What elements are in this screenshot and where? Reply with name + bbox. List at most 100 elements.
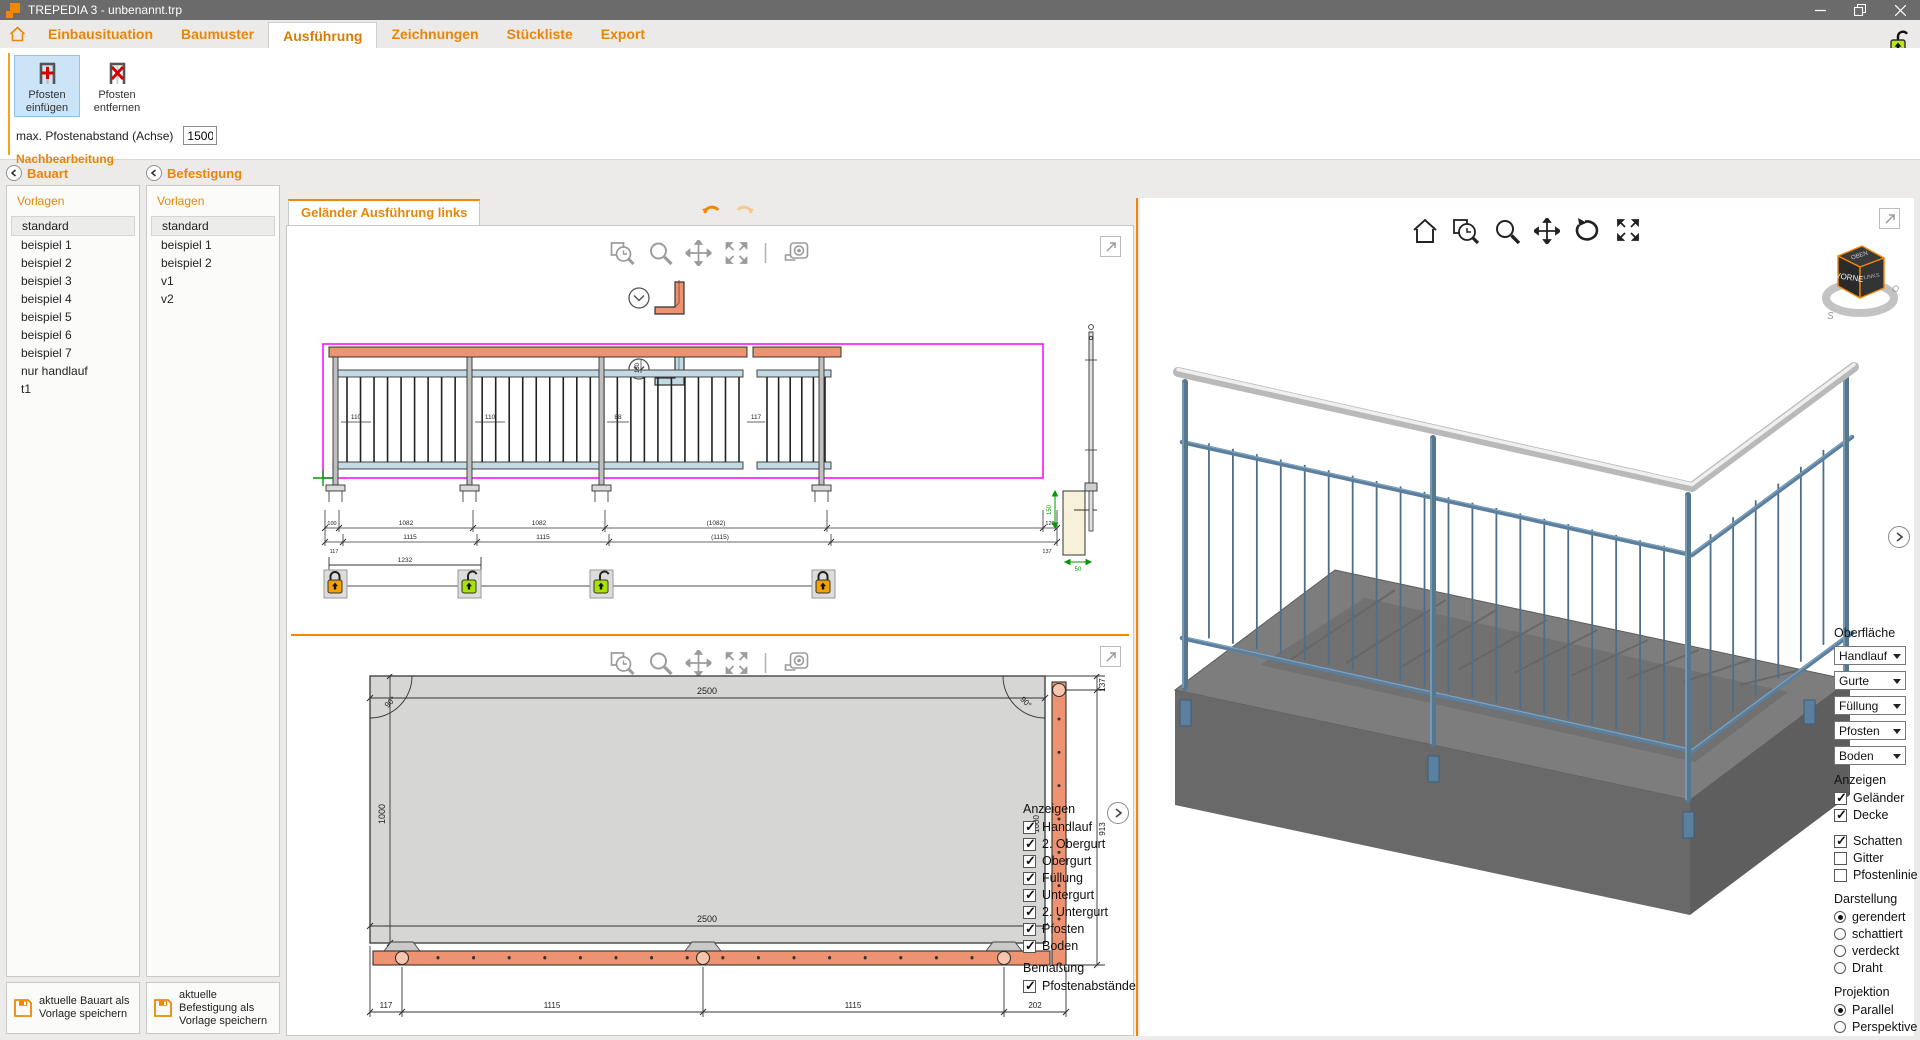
- measure-icon[interactable]: [783, 241, 811, 265]
- zoom-icon[interactable]: [649, 651, 673, 675]
- tab-gelaender-ausfuehrung-links[interactable]: Geländer Ausführung links: [288, 199, 480, 225]
- checkbox-pfostenabstaende[interactable]: Pfostenabstände: [1023, 979, 1133, 993]
- checkbox[interactable]: [1023, 940, 1036, 953]
- radio-schattiert[interactable]: schattiert: [1834, 927, 1912, 941]
- home-icon[interactable]: [0, 20, 34, 48]
- checkbox-pfosten[interactable]: Pfosten: [1023, 922, 1133, 936]
- list-item[interactable]: beispiel 4: [11, 290, 135, 308]
- bauart-collapse-button[interactable]: [6, 165, 22, 181]
- checkbox[interactable]: [1834, 809, 1847, 822]
- radio[interactable]: [1834, 928, 1846, 940]
- checkbox-gelaender[interactable]: Geländer: [1834, 791, 1912, 805]
- view-3d-panel[interactable]: S O VORNE OBEN LINKS: [1140, 198, 1914, 1036]
- zoom-fit-icon[interactable]: [725, 651, 749, 675]
- pan-icon[interactable]: [686, 240, 712, 266]
- lock-button-2[interactable]: [458, 570, 481, 598]
- checkbox[interactable]: [1023, 923, 1036, 936]
- zoom-icon[interactable]: [649, 241, 673, 265]
- zoom-fit-icon[interactable]: [725, 241, 749, 265]
- select-fuellung[interactable]: Füllung: [1834, 696, 1906, 715]
- checkbox[interactable]: [1834, 869, 1847, 882]
- list-item[interactable]: beispiel 6: [11, 326, 135, 344]
- select-handlauf[interactable]: Handlauf: [1834, 646, 1906, 665]
- pan-icon[interactable]: [686, 650, 712, 676]
- checkbox[interactable]: [1834, 835, 1847, 848]
- menu-baumuster[interactable]: Baumuster: [167, 20, 268, 48]
- lock-button-1[interactable]: [324, 570, 347, 598]
- checkbox-boden[interactable]: Boden: [1023, 939, 1133, 953]
- list-item[interactable]: beispiel 2: [151, 254, 275, 272]
- list-item[interactable]: beispiel 2: [11, 254, 135, 272]
- elevation-popout-button[interactable]: [1100, 236, 1121, 257]
- checkbox-pfostenlinie[interactable]: Pfostenlinie: [1834, 868, 1912, 882]
- plan-next-button[interactable]: [1107, 802, 1129, 824]
- radio[interactable]: [1834, 1004, 1846, 1016]
- menu-zeichnungen[interactable]: Zeichnungen: [377, 20, 492, 48]
- menu-export[interactable]: Export: [587, 20, 659, 48]
- undo-button[interactable]: [701, 200, 723, 220]
- select-pfosten[interactable]: Pfosten: [1834, 721, 1906, 740]
- list-item[interactable]: beispiel 1: [11, 236, 135, 254]
- drawing-area[interactable]: 110 110 88 117 130 100 1082 1: [286, 225, 1134, 1036]
- plan-popout-button[interactable]: [1100, 646, 1121, 667]
- checkbox-2-untergurt[interactable]: 2. Untergurt: [1023, 905, 1133, 919]
- radio[interactable]: [1834, 962, 1846, 974]
- handrail-profile-dropdown[interactable]: [629, 280, 684, 314]
- befestigung-collapse-button[interactable]: [146, 165, 162, 181]
- radio-gerendert[interactable]: gerendert: [1834, 910, 1912, 924]
- remove-post-button[interactable]: Pfostenentfernen: [84, 55, 150, 117]
- radio-perspektive[interactable]: Perspektive: [1834, 1020, 1912, 1034]
- lock-button-3[interactable]: [590, 570, 613, 598]
- lock-button-4[interactable]: [812, 570, 835, 598]
- list-item[interactable]: v1: [151, 272, 275, 290]
- checkbox-untergurt[interactable]: Untergurt: [1023, 888, 1133, 902]
- checkbox-2-obergurt[interactable]: 2. Obergurt: [1023, 837, 1133, 851]
- minimize-button[interactable]: [1800, 0, 1840, 20]
- list-item[interactable]: v2: [151, 290, 275, 308]
- list-item[interactable]: beispiel 5: [11, 308, 135, 326]
- list-item[interactable]: standard: [11, 216, 135, 236]
- list-item[interactable]: standard: [151, 216, 275, 236]
- checkbox-fuellung[interactable]: Füllung: [1023, 871, 1133, 885]
- checkbox[interactable]: [1023, 872, 1036, 885]
- view3d-next-button[interactable]: [1888, 526, 1910, 548]
- panel-separator[interactable]: [1136, 198, 1138, 1036]
- checkbox[interactable]: [1023, 906, 1036, 919]
- checkbox[interactable]: [1834, 792, 1847, 805]
- checkbox[interactable]: [1023, 821, 1036, 834]
- menu-einbausituation[interactable]: Einbausituation: [34, 20, 167, 48]
- select-gurte[interactable]: Gurte: [1834, 671, 1906, 690]
- save-befestigung-button[interactable]: aktuelle Befestigung als Vorlage speiche…: [146, 982, 280, 1034]
- list-item[interactable]: nur handlauf: [11, 362, 135, 380]
- checkbox-obergurt[interactable]: Obergurt: [1023, 854, 1133, 868]
- restore-button[interactable]: [1840, 0, 1880, 20]
- checkbox[interactable]: [1023, 855, 1036, 868]
- radio[interactable]: [1834, 911, 1846, 923]
- checkbox[interactable]: [1023, 980, 1036, 993]
- checkbox-gitter[interactable]: Gitter: [1834, 851, 1912, 865]
- radio[interactable]: [1834, 1021, 1846, 1033]
- measure-icon[interactable]: [783, 651, 811, 675]
- radio[interactable]: [1834, 945, 1846, 957]
- list-item[interactable]: beispiel 1: [151, 236, 275, 254]
- checkbox[interactable]: [1023, 889, 1036, 902]
- redo-button[interactable]: [733, 200, 755, 220]
- checkbox[interactable]: [1834, 852, 1847, 865]
- view3d-popout-button[interactable]: [1879, 208, 1900, 229]
- zoom-window-icon[interactable]: [610, 241, 636, 265]
- save-bauart-button[interactable]: aktuelle Bauart als Vorlage speichern: [6, 982, 140, 1034]
- list-item[interactable]: beispiel 7: [11, 344, 135, 362]
- max-post-distance-input[interactable]: [183, 126, 217, 145]
- insert-post-button[interactable]: Pfosteneinfügen: [14, 55, 80, 117]
- zoom-window-icon[interactable]: [610, 651, 636, 675]
- radio-parallel[interactable]: Parallel: [1834, 1003, 1912, 1017]
- checkbox-schatten[interactable]: Schatten: [1834, 834, 1912, 848]
- close-button[interactable]: [1880, 0, 1920, 20]
- menu-ausfuehrung[interactable]: Ausführung: [268, 22, 377, 48]
- select-boden[interactable]: Boden: [1834, 746, 1906, 765]
- radio-draht[interactable]: Draht: [1834, 961, 1912, 975]
- menu-stueckliste[interactable]: Stückliste: [493, 20, 587, 48]
- list-item[interactable]: beispiel 3: [11, 272, 135, 290]
- radio-verdeckt[interactable]: verdeckt: [1834, 944, 1912, 958]
- list-item[interactable]: t1: [11, 380, 135, 398]
